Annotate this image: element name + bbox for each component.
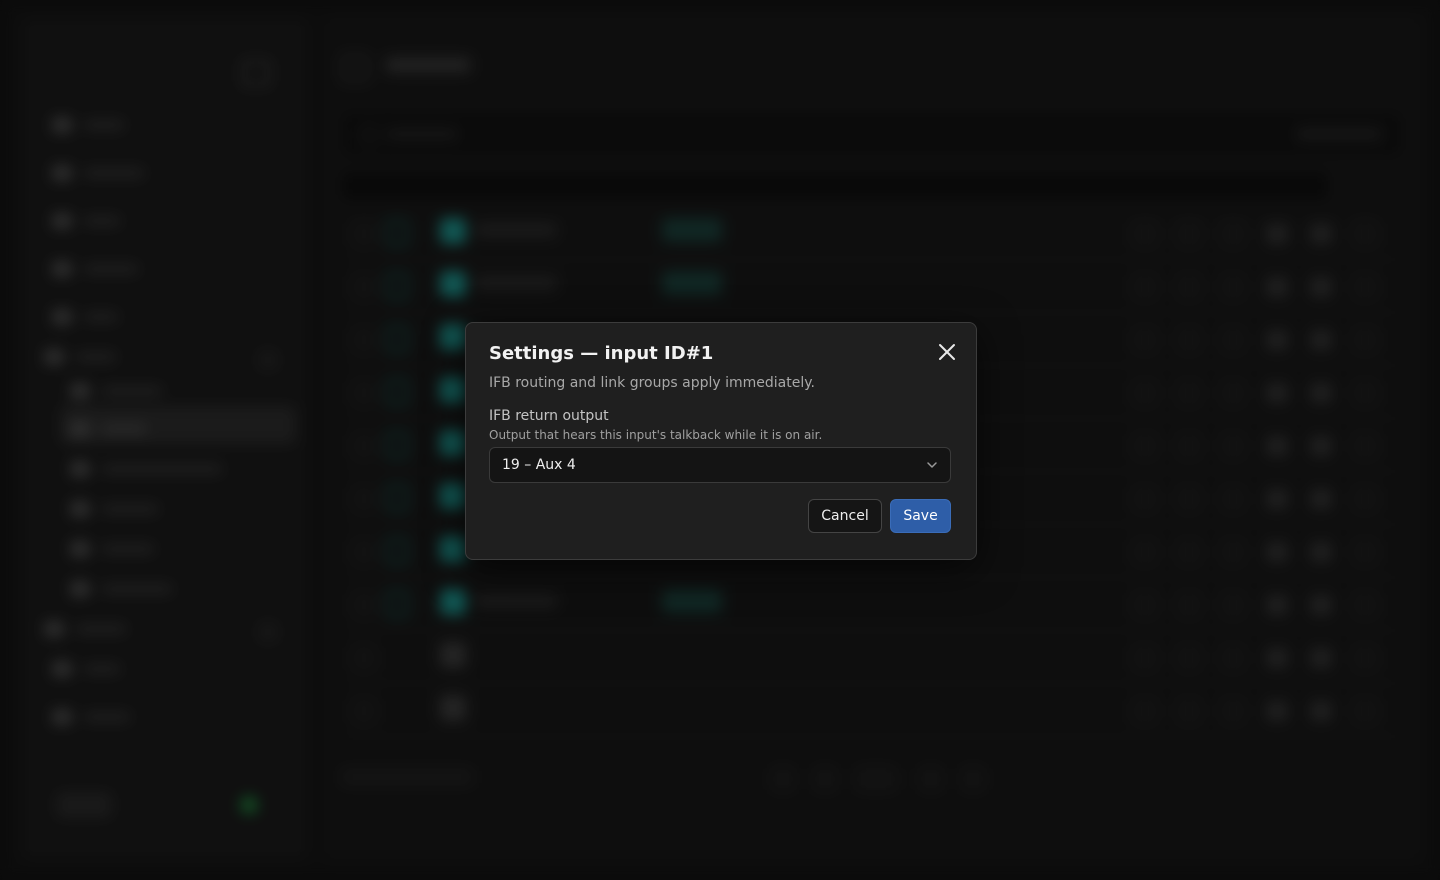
- settings-dialog: Settings — input ID#1 IFB routing and li…: [465, 322, 977, 560]
- dialog-title: Settings — input ID#1: [489, 343, 714, 364]
- chevron-down-icon: [927, 462, 937, 468]
- close-icon: [939, 344, 955, 360]
- dialog-description: IFB routing and link groups apply immedi…: [489, 375, 815, 391]
- select-value: 19 – Aux 4: [502, 457, 576, 473]
- ifb-return-output-label: IFB return output: [489, 408, 609, 424]
- ifb-return-output-select[interactable]: 19 – Aux 4: [489, 447, 951, 483]
- cancel-button[interactable]: Cancel: [808, 499, 882, 533]
- save-button[interactable]: Save: [890, 499, 951, 533]
- close-button[interactable]: [934, 339, 960, 365]
- ifb-return-output-help: Output that hears this input's talkback …: [489, 428, 823, 442]
